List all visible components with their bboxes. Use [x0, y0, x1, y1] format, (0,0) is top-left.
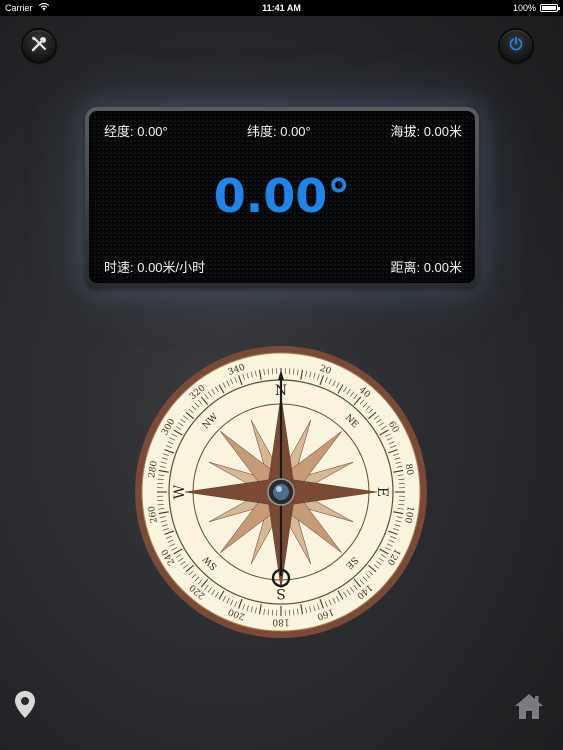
home-button[interactable] — [513, 692, 545, 720]
altitude-readout: 海拔: 0.00米 — [390, 124, 462, 139]
cardinal-label: W — [172, 484, 188, 499]
battery-percent: 100% — [512, 3, 536, 13]
longitude-readout: 经度: 0.00° — [104, 124, 168, 139]
clock-time: 11:41 AM — [262, 3, 301, 13]
tools-button[interactable] — [23, 30, 55, 62]
degree-label: 180 — [272, 617, 289, 627]
compass[interactable]: 20 40 60 80 100 120 140 160 180 200 220 240 260 280 30… — [134, 345, 428, 639]
compass-hub-lens — [273, 484, 289, 500]
home-icon — [513, 694, 545, 724]
latitude-readout: 纬度: 0.00° — [247, 124, 311, 139]
speed-readout: 时速: 0.00米/小时 — [104, 260, 206, 275]
power-button[interactable] — [500, 30, 532, 62]
compass-dial: 2040608010012014016018020022024026028030… — [135, 346, 427, 638]
cardinal-label: S — [276, 585, 286, 601]
location-button[interactable] — [13, 690, 37, 720]
compass-hub-highlight — [276, 486, 282, 492]
cardinal-label: E — [374, 487, 390, 497]
distance-readout: 距离: 0.00米 — [390, 260, 462, 275]
location-pin-icon — [13, 691, 37, 724]
info-panel: 经度: 0.00° 纬度: 0.00° 海拔: 0.00米 0.00° 时速: … — [85, 107, 479, 287]
status-bar: Carrier 11:41 AM 100% — [0, 0, 563, 16]
heading-readout: 0.00° — [213, 169, 351, 223]
degree-label: 80 — [403, 463, 415, 476]
tools-icon — [30, 35, 48, 58]
power-icon — [508, 36, 524, 57]
battery-icon — [540, 4, 560, 12]
info-screen: 经度: 0.00° 纬度: 0.00° 海拔: 0.00米 0.00° 时速: … — [89, 111, 475, 283]
